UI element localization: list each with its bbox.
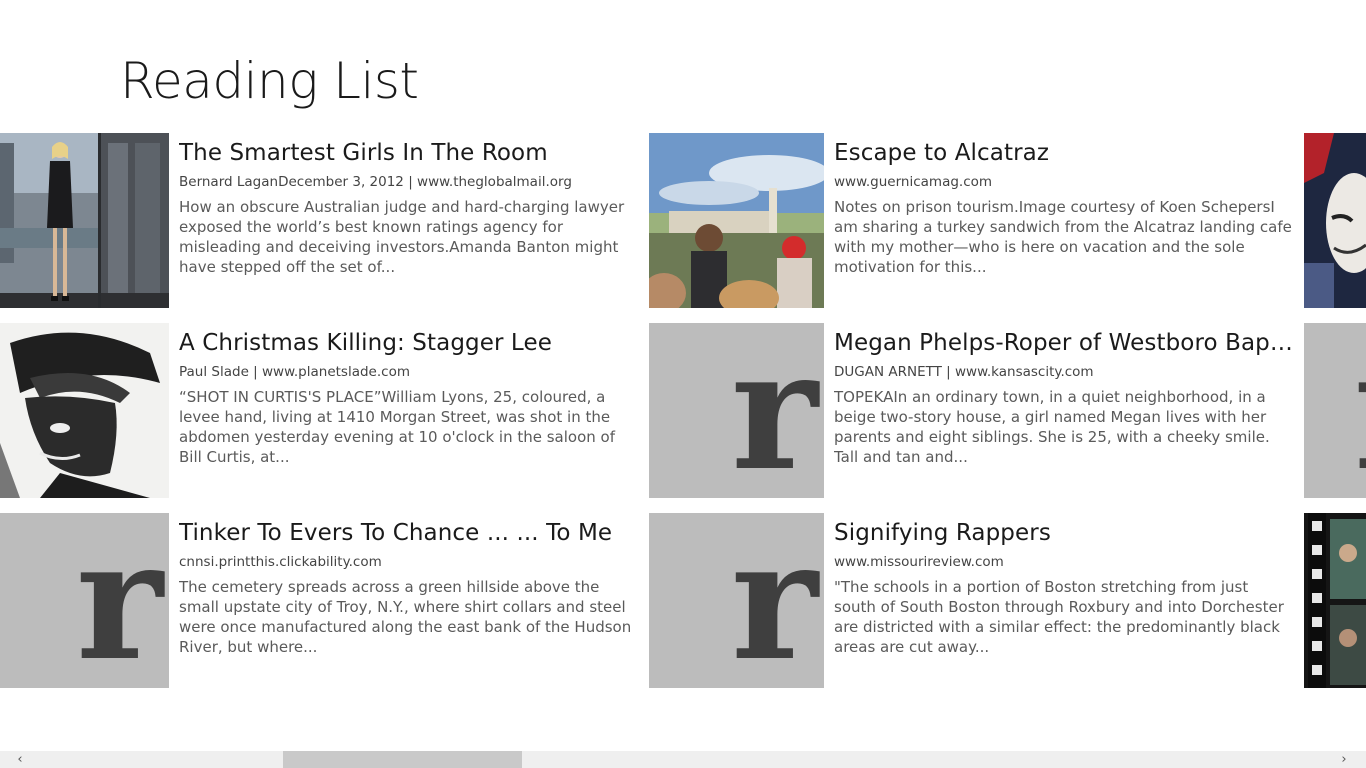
article-title: The Smartest Girls In The Room bbox=[179, 140, 548, 166]
article-snippet: "The schools in a portion of Boston stre… bbox=[834, 578, 1284, 656]
article-tile-tinker-evers-chance[interactable]: r Tinker To Evers To Chance ... ... To M… bbox=[0, 513, 655, 688]
article-title: Escape to Alcatraz bbox=[834, 140, 1050, 166]
article-byline: DUGAN ARNETT | www.kansascity.com bbox=[834, 364, 1094, 380]
article-snippet: “SHOT IN CURTIS'S PLACE”William Lyons, 2… bbox=[179, 388, 616, 466]
horizontal-scrollbar[interactable]: ‹ › bbox=[0, 751, 1366, 768]
article-snippet: How an obscure Australian judge and hard… bbox=[179, 198, 625, 276]
article-tile-christmas-killing[interactable]: A Christmas Killing: Stagger Lee Paul Sl… bbox=[0, 323, 655, 498]
article-snippet: The cemetery spreads across a green hill… bbox=[179, 578, 632, 656]
article-thumbnail-placeholder: r bbox=[649, 513, 824, 688]
article-tile-escape-alcatraz[interactable]: Escape to Alcatraz www.guernicamag.com N… bbox=[649, 133, 1304, 308]
article-byline: www.missourireview.com bbox=[834, 554, 1004, 570]
readability-logo-icon: r bbox=[76, 513, 163, 688]
article-thumbnail-placeholder: r bbox=[649, 323, 824, 498]
article-thumbnail-photo bbox=[0, 323, 169, 498]
article-snippet: TOPEKAIn an ordinary town, in a quiet ne… bbox=[834, 388, 1270, 466]
article-byline: www.guernicamag.com bbox=[834, 174, 993, 190]
article-thumbnail-photo bbox=[649, 133, 824, 308]
alcatraz-photo bbox=[649, 133, 824, 308]
mask-photo bbox=[1304, 133, 1366, 308]
scroll-right-arrow-icon[interactable]: › bbox=[1334, 751, 1354, 768]
article-byline: Paul Slade | www.planetslade.com bbox=[179, 364, 410, 380]
article-thumbnail-photo bbox=[0, 133, 169, 308]
article-thumbnail-partial[interactable] bbox=[1304, 513, 1366, 688]
page-title: Reading List bbox=[120, 52, 419, 110]
readability-logo-icon: r bbox=[731, 323, 818, 498]
scrollbar-thumb[interactable] bbox=[283, 751, 522, 768]
article-thumbnail-placeholder: r bbox=[0, 513, 169, 688]
article-tile-smartest-girls[interactable]: The Smartest Girls In The Room Bernard L… bbox=[0, 133, 655, 308]
article-byline: cnnsi.printthis.clickability.com bbox=[179, 554, 382, 570]
article-title: Signifying Rappers bbox=[834, 520, 1051, 546]
article-snippet: Notes on prison tourism.Image courtesy o… bbox=[834, 198, 1292, 276]
article-tile-megan-phelps-roper[interactable]: r Megan Phelps-Roper of Westboro Bapt...… bbox=[649, 323, 1304, 498]
stagger-lee-illustration bbox=[0, 323, 169, 498]
article-title: A Christmas Killing: Stagger Lee bbox=[179, 330, 552, 356]
film-strip-photo bbox=[1304, 513, 1366, 688]
woman-office-photo bbox=[0, 133, 169, 308]
article-thumbnail-partial-placeholder[interactable]: r bbox=[1304, 323, 1366, 498]
readability-logo-icon: r bbox=[731, 513, 818, 688]
article-byline: Bernard LaganDecember 3, 2012 | www.theg… bbox=[179, 174, 572, 190]
article-title: Tinker To Evers To Chance ... ... To Me bbox=[179, 520, 613, 546]
article-title: Megan Phelps-Roper of Westboro Bapt... bbox=[834, 330, 1294, 356]
readability-logo-icon: r bbox=[1304, 323, 1366, 498]
article-thumbnail-partial[interactable] bbox=[1304, 133, 1366, 308]
article-tile-signifying-rappers[interactable]: r Signifying Rappers www.missourireview.… bbox=[649, 513, 1304, 688]
scroll-left-arrow-icon[interactable]: ‹ bbox=[10, 751, 30, 768]
